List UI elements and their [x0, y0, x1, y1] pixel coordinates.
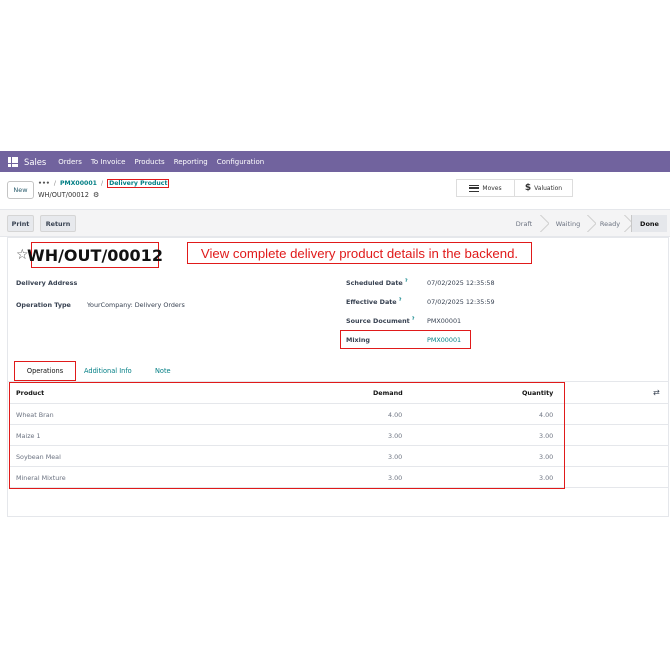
optional-columns-icon[interactable]: ⇄: [653, 388, 660, 397]
page: Sales Orders To Invoice Products Reporti…: [0, 0, 670, 670]
valuation-label: Valuation: [534, 184, 563, 192]
stage-waiting[interactable]: Waiting: [548, 215, 588, 232]
print-button[interactable]: Print: [7, 215, 34, 232]
operation-type-label: Operation Type: [16, 301, 71, 309]
menu-products[interactable]: Products: [134, 158, 164, 166]
dollar-icon: $: [524, 183, 532, 193]
help-icon[interactable]: ?: [405, 279, 408, 284]
tab-operations[interactable]: Operations: [14, 361, 76, 381]
stage-draft[interactable]: Draft: [506, 215, 542, 232]
app-name[interactable]: Sales: [24, 157, 46, 167]
breadcrumb-separator: /: [100, 180, 104, 187]
moves-label: Moves: [482, 184, 502, 192]
breadcrumb: ••• / PMX00001 / Delivery Product: [38, 179, 170, 188]
breadcrumb-separator: /: [53, 180, 56, 187]
operation-type-value[interactable]: YourCompany: Delivery Orders: [87, 301, 185, 309]
effective-date-value[interactable]: 07/02/2025 12:35:59: [427, 298, 495, 306]
tab-note[interactable]: Note: [155, 367, 171, 375]
effective-date-label: Effective Date ?: [346, 298, 402, 307]
menu-orders[interactable]: Orders: [58, 158, 82, 166]
breadcrumb-parent[interactable]: PMX00001: [60, 180, 97, 187]
source-document-label: Source Document ?: [346, 317, 415, 326]
record-title: WH/OUT/00012: [27, 242, 163, 268]
top-navbar: Sales Orders To Invoice Products Reporti…: [0, 151, 670, 172]
tab-additional-info[interactable]: Additional Info: [84, 367, 132, 375]
mixing-value[interactable]: PMX00001: [427, 336, 461, 344]
control-panel: New ••• / PMX00001 / Delivery Product WH…: [0, 172, 670, 210]
return-button[interactable]: Return: [40, 215, 76, 232]
moves-button[interactable]: Moves: [457, 180, 514, 196]
menu-reporting[interactable]: Reporting: [174, 158, 208, 166]
help-icon[interactable]: ?: [399, 298, 402, 303]
record-ref-text: WH/OUT/00012: [38, 191, 89, 199]
stage-ready[interactable]: Ready: [595, 215, 625, 232]
scheduled-date-label: Scheduled Date ?: [346, 279, 408, 288]
apps-grid-icon[interactable]: [8, 156, 18, 167]
breadcrumb-more[interactable]: •••: [38, 180, 50, 187]
list-bars-icon: [469, 184, 480, 192]
source-document-value[interactable]: PMX00001: [427, 317, 461, 325]
operations-highlight: [9, 382, 565, 489]
breadcrumb-current[interactable]: Delivery Product: [107, 179, 170, 188]
smart-buttons: Moves $ Valuation: [456, 179, 573, 197]
status-bar: Print Return Draft Waiting Ready Done: [0, 210, 670, 237]
delivery-address-label: Delivery Address: [16, 279, 78, 287]
mixing-label: Mixing: [346, 336, 370, 344]
record-reference: WH/OUT/00012 ⚙: [38, 191, 99, 199]
gear-icon[interactable]: ⚙: [93, 191, 99, 199]
stage-done[interactable]: Done: [631, 215, 667, 232]
valuation-button[interactable]: $ Valuation: [514, 180, 572, 196]
scheduled-date-value[interactable]: 07/02/2025 12:35:58: [427, 279, 495, 287]
help-icon[interactable]: ?: [412, 317, 415, 322]
menu-to-invoice[interactable]: To Invoice: [91, 158, 126, 166]
annotation-callout: View complete delivery product details i…: [187, 242, 532, 264]
new-button[interactable]: New: [7, 181, 34, 199]
menu-configuration[interactable]: Configuration: [217, 158, 264, 166]
